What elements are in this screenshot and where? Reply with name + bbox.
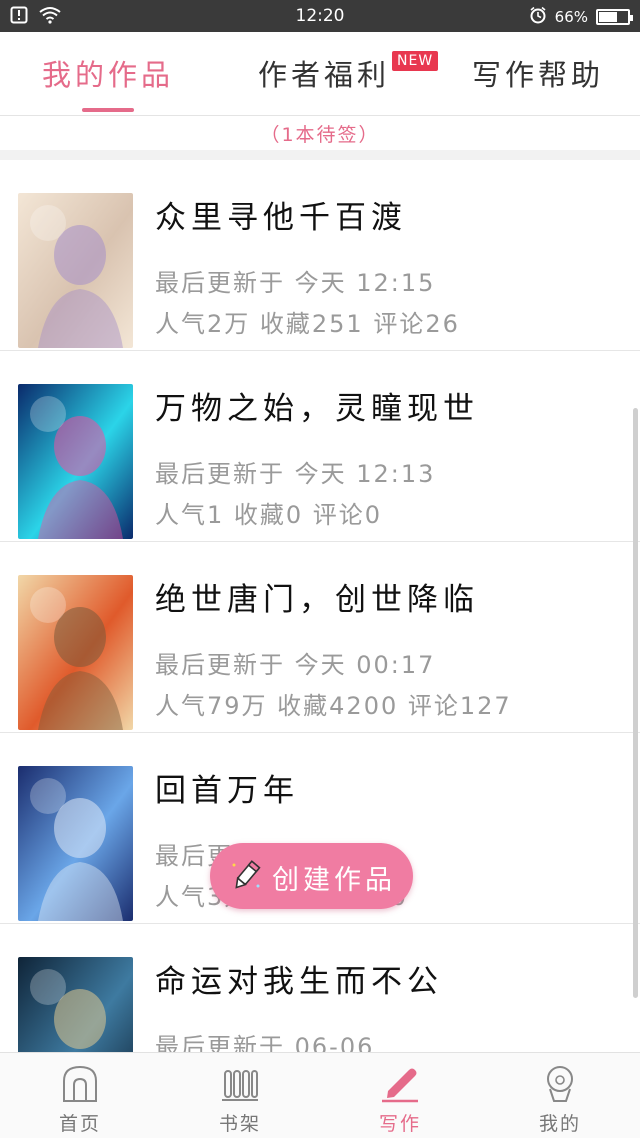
work-updated: 最后更新于 今天 12:13 [155, 460, 436, 488]
work-item[interactable]: 万物之始，灵瞳现世 最后更新于 今天 12:13 人气1 收藏0 评论0 [0, 351, 640, 542]
battery-percent: 66% [554, 8, 588, 26]
pen-icon [380, 1063, 420, 1103]
works-list: 众里寻他千百渡 最后更新于 今天 12:15 人气2万 收藏251 评论26 万… [0, 160, 640, 1052]
active-tab-indicator [82, 108, 134, 112]
nav-profile-label: 我的 [538, 1113, 581, 1135]
bookshelf-icon [220, 1063, 260, 1103]
work-title: 众里寻他千百渡 [155, 200, 407, 236]
work-stats: 人气2万 收藏251 评论26 [155, 310, 460, 338]
tab-writing-help[interactable]: 写作帮助 [472, 52, 604, 94]
nav-bookshelf-label: 书架 [218, 1113, 261, 1135]
work-item[interactable]: 绝世唐门，创世降临 最后更新于 今天 00:17 人气79万 收藏4200 评论… [0, 542, 640, 733]
work-updated: 最后更新于 今天 00:17 [155, 651, 436, 679]
tab-my-works[interactable]: 我的作品 [42, 52, 174, 94]
bottom-nav: 首页 书架 写作 我的 [0, 1052, 640, 1138]
pending-sign-notice[interactable]: （1本待签） [0, 120, 640, 150]
top-tabs: 我的作品 作者福利 NEW 写作帮助 [0, 32, 640, 116]
nav-home[interactable]: 首页 [0, 1053, 160, 1138]
work-title: 回首万年 [155, 773, 299, 809]
work-updated: 最后更新于 今天 12:15 [155, 269, 436, 297]
work-title: 命运对我生而不公 [155, 964, 443, 1000]
work-title: 万物之始，灵瞳现世 [155, 391, 479, 427]
work-updated: 最后更新于 06-06 [155, 1033, 375, 1052]
book-cover [18, 575, 133, 730]
nav-profile[interactable]: 我的 [480, 1053, 640, 1138]
battery-icon [596, 9, 633, 25]
profile-icon [540, 1063, 580, 1103]
book-cover [18, 193, 133, 348]
divider [0, 150, 640, 160]
home-icon [60, 1063, 100, 1103]
create-work-label: 创建作品 [272, 865, 396, 896]
work-stats: 人气79万 收藏4200 评论127 [155, 692, 512, 720]
nav-writing[interactable]: 写作 [320, 1053, 480, 1138]
alarm-icon [529, 6, 547, 28]
work-stats: 人气1 收藏0 评论0 [155, 501, 383, 529]
work-item[interactable]: 众里寻他千百渡 最后更新于 今天 12:15 人气2万 收藏251 评论26 [0, 160, 640, 351]
nav-bookshelf[interactable]: 书架 [160, 1053, 320, 1138]
create-work-button[interactable]: 创建作品 [210, 843, 413, 909]
nav-home-label: 首页 [58, 1113, 101, 1135]
book-cover [18, 766, 133, 921]
new-badge: NEW [392, 51, 439, 71]
nav-writing-label: 写作 [378, 1113, 421, 1135]
pencil-icon [230, 859, 262, 893]
work-item[interactable]: 命运对我生而不公 最后更新于 06-06 [0, 924, 640, 1052]
book-cover [18, 957, 133, 1052]
status-bar: 12:20 66% [0, 0, 640, 32]
scrollbar[interactable] [633, 408, 638, 998]
tab-author-benefits[interactable]: 作者福利 [258, 52, 390, 94]
book-cover [18, 384, 133, 539]
work-title: 绝世唐门，创世降临 [155, 582, 479, 618]
